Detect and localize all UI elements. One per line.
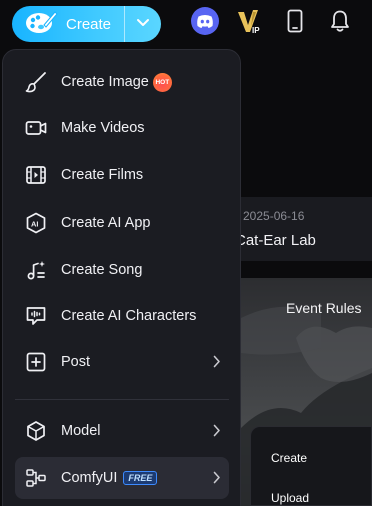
menu-item-model[interactable]: Model [15,410,229,452]
menu-item-label: ComfyUI [61,470,118,486]
background-submenu [250,426,372,506]
menu-divider [15,399,229,400]
hot-badge: HOT [152,72,172,92]
music-note-icon [25,259,47,281]
chevron-right-icon [213,424,221,442]
menu-item-label: Model [61,423,101,439]
discord-button[interactable] [190,6,220,41]
create-button-label: Create [66,15,112,33]
plus-square-icon [25,351,47,373]
chevron-right-icon [213,355,221,373]
menu-item-post[interactable]: Post [15,341,229,383]
bell-icon [329,9,351,38]
menu-item-label: Create AI Characters [61,308,197,324]
film-icon [25,164,47,186]
submenu-item-upload[interactable]: Upload [271,491,309,505]
menu-item-label: Create Films [61,167,144,183]
cube-icon [25,420,47,442]
mobile-app-button[interactable] [282,8,308,38]
menu-item-create-ai-app[interactable]: AI Create AI App [15,202,229,244]
create-button[interactable]: Create [12,6,161,42]
chat-character-icon [25,305,47,327]
menu-item-label: Post [61,354,91,370]
menu-item-create-song[interactable]: Create Song [15,249,229,291]
menu-item-make-videos[interactable]: Make Videos [15,107,229,149]
menu-item-create-films[interactable]: Create Films [15,154,229,196]
menu-item-label: Make Videos [61,120,145,136]
menu-item-create-image[interactable]: Create Image HOT [15,61,229,103]
event-rules-link[interactable]: Event Rules [286,300,361,316]
submenu-item-create[interactable]: Create [271,451,307,465]
chevron-down-icon [136,15,150,33]
vip-icon: IP [236,6,266,41]
event-card-title: Cat-Ear Lab [235,232,316,249]
menu-item-label: Create Song [61,262,143,278]
create-dropdown-toggle[interactable] [125,6,161,42]
menu-item-create-ai-characters[interactable]: Create AI Characters [15,295,229,337]
free-badge: FREE [123,471,158,485]
svg-text:IP: IP [252,26,260,35]
menu-item-label: Create AI App [61,215,151,231]
create-dropdown-menu: Create Image HOT Make Videos Create Film… [2,49,241,506]
mobile-phone-icon [285,9,305,38]
event-card-date: 2025-06-16 [243,209,305,223]
discord-icon [190,6,220,41]
menu-item-label: Create Image [61,74,149,90]
ai-app-icon: AI [25,212,47,234]
chevron-right-icon [213,471,221,489]
node-workflow-icon [25,467,47,489]
svg-text:AI: AI [31,220,39,229]
notifications-button[interactable] [326,8,354,38]
event-card[interactable] [241,197,372,261]
create-button-main[interactable]: Create [12,6,124,42]
brush-icon [25,71,47,93]
menu-item-comfyui[interactable]: ComfyUI FREE [15,457,229,499]
palette-icon [24,9,58,40]
vip-button[interactable]: IP [236,8,266,38]
video-camera-icon [25,117,47,139]
